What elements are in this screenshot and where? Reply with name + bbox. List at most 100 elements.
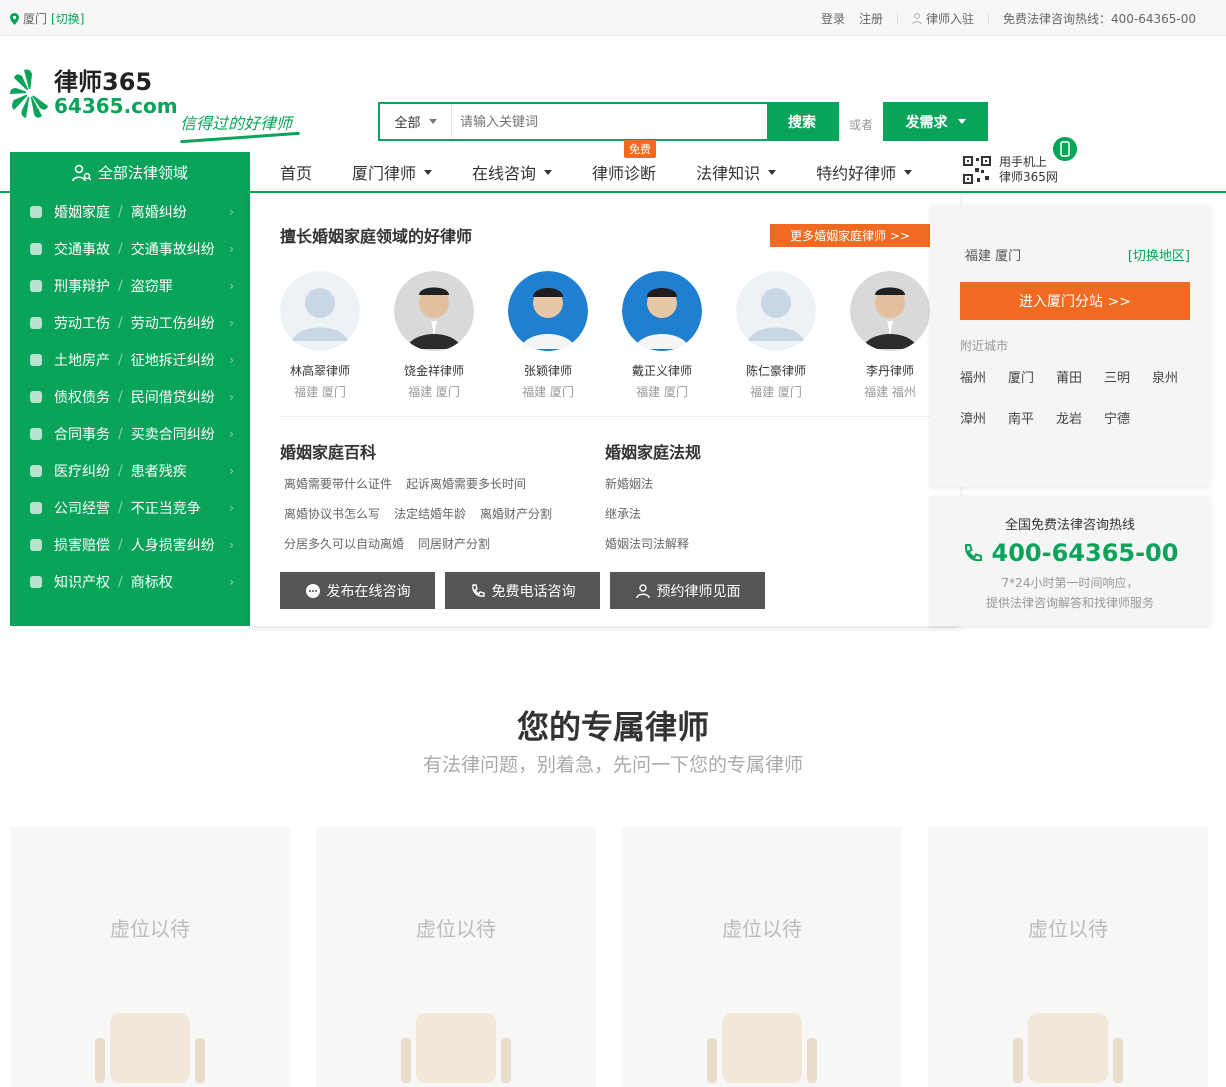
all-categories-label: 全部法律领域 <box>97 164 188 182</box>
sidebar-category-item[interactable]: 劳动工伤 / 劳动工伤纠纷 › <box>10 304 250 341</box>
enter-branch-button[interactable]: 进入厦门分站 >> <box>960 282 1190 320</box>
nav-featured-lawyers[interactable]: 特约好律师 <box>816 160 913 184</box>
nav-lawyer-diagnosis[interactable]: 律师诊断 免费 <box>592 140 657 184</box>
wiki-link[interactable]: 起诉离婚需要多长时间 <box>406 475 526 492</box>
lawyer-join-link[interactable]: 律师入驻 <box>912 10 974 27</box>
action-label: 发布在线咨询 <box>326 583 411 600</box>
avatar <box>622 271 702 351</box>
wiki-links: 离婚需要带什么证件 起诉离婚需要多长时间离婚协议书怎么写 法定结婚年龄 离婚财产分割分… <box>280 475 605 552</box>
building-icon <box>30 353 42 366</box>
sidebar-category-primary: 损害赔偿 <box>54 537 110 554</box>
lawyer-slot-card[interactable]: 虚位以待 <box>928 827 1208 1087</box>
law-link[interactable]: 继承法 <box>605 505 930 522</box>
sidebar-category-item[interactable]: 损害赔偿 / 人身损害纠纷 › <box>10 526 250 563</box>
nav-legal-knowledge[interactable]: 法律知识 <box>696 160 777 184</box>
switch-city-link[interactable]: [切换] <box>51 10 84 27</box>
online-consult-button[interactable]: 发布在线咨询 <box>280 572 435 609</box>
wallet-icon <box>30 390 42 403</box>
search-button[interactable]: 搜索 <box>767 104 837 139</box>
wiki-link[interactable]: 法定结婚年龄 <box>394 505 466 522</box>
login-link[interactable]: 登录 <box>821 10 845 27</box>
wiki-link[interactable]: 离婚需要带什么证件 <box>284 475 392 492</box>
nearby-city-link[interactable]: 福州 <box>960 367 988 386</box>
slash-separator: / <box>118 499 123 516</box>
lawyer-slot-card[interactable]: 虚位以待 <box>622 827 902 1087</box>
wiki-link[interactable]: 同居财产分割 <box>418 535 490 552</box>
chevron-right-icon: › <box>229 500 234 515</box>
wiki-link[interactable]: 离婚财产分割 <box>480 505 552 522</box>
lawyer-card[interactable]: 林高翠律师 福建 厦门 <box>280 271 360 400</box>
chevron-right-icon: › <box>229 389 234 404</box>
search-scope-select[interactable]: 全部 <box>380 104 452 139</box>
nearby-city-link[interactable]: 南平 <box>1008 408 1036 427</box>
nav-home[interactable]: 首页 <box>280 160 312 184</box>
lawyer-slot-card[interactable]: 虚位以待 <box>316 827 596 1087</box>
sidebar-category-primary: 债权债务 <box>54 389 110 406</box>
sidebar-category-item[interactable]: 债权债务 / 民间借贷纠纷 › <box>10 378 250 415</box>
current-city: 厦门 <box>23 12 48 26</box>
phone-call-icon <box>964 544 982 562</box>
sidebar-category-item[interactable]: 知识产权 / 商标权 › <box>10 563 250 600</box>
sidebar-category-item[interactable]: 医疗纠纷 / 患者残疾 › <box>10 452 250 489</box>
slash-separator: / <box>118 573 123 590</box>
sidebar-category-item[interactable]: 土地房产 / 征地拆迁纠纷 › <box>10 341 250 378</box>
nearby-city-link[interactable]: 三明 <box>1104 367 1132 386</box>
mobile-qr[interactable]: 用手机上 律师365网 <box>963 137 1077 185</box>
avatar <box>508 271 588 351</box>
nearby-city-link[interactable]: 龙岩 <box>1056 408 1084 427</box>
slogan: 信得过的好律师 <box>180 114 293 133</box>
phone-consult-button[interactable]: 免费电话咨询 <box>445 572 600 609</box>
sidebar-category-item[interactable]: 公司经营 / 不正当竞争 › <box>10 489 250 526</box>
lawyer-card[interactable]: 张颖律师 福建 厦门 <box>508 271 588 400</box>
sidebar-category-primary: 婚姻家庭 <box>54 204 110 221</box>
book-lawyer-button[interactable]: 预约律师见面 <box>610 572 765 609</box>
hotline-desc-line1: 7*24小时第一时间响应， <box>1001 576 1139 590</box>
location-pin-icon <box>10 12 19 25</box>
all-categories-button[interactable]: 全部法律领域 <box>10 152 250 193</box>
lawyer-card[interactable]: 戴正义律师 福建 厦门 <box>622 271 702 400</box>
nearby-city-link[interactable]: 泉州 <box>1152 367 1180 386</box>
lawyer-card[interactable]: 李丹律师 福建 福州 <box>850 271 930 400</box>
lawyer-name: 陈仁豪律师 <box>745 364 806 378</box>
sidebar-category-item[interactable]: 刑事辩护 / 盗窃罪 › <box>10 267 250 304</box>
wiki-link[interactable]: 分居多久可以自动离婚 <box>284 535 404 552</box>
nav-online-consult[interactable]: 在线咨询 <box>472 160 553 184</box>
sidebar-category-item[interactable]: 合同事务 / 买卖合同纠纷 › <box>10 415 250 452</box>
chevron-right-icon: › <box>229 574 234 589</box>
post-demand-button[interactable]: 发需求 <box>883 102 988 141</box>
hotline-number[interactable]: 400-64365-00 <box>930 539 1210 567</box>
switch-region-link[interactable]: [切换地区] <box>1128 245 1190 264</box>
law-link[interactable]: 婚姻法司法解释 <box>605 535 930 552</box>
chevron-right-icon: › <box>229 241 234 256</box>
mobile-text-line2: 律师365网 <box>999 170 1058 184</box>
wiki-title: 婚姻家庭百科 <box>280 443 377 462</box>
person-icon <box>30 279 42 292</box>
logo[interactable]: 律师365 64365.com <box>10 66 178 120</box>
register-link[interactable]: 注册 <box>859 10 883 27</box>
lawyer-name: 张颖律师 <box>523 364 572 378</box>
sidebar-category-item[interactable]: 交通事故 / 交通事故纠纷 › <box>10 230 250 267</box>
more-lawyers-button[interactable]: 更多婚姻家庭律师 >> <box>770 224 930 247</box>
wiki-link[interactable]: 离婚协议书怎么写 <box>284 505 380 522</box>
empty-chair-icon <box>401 1013 511 1083</box>
nearby-city-link[interactable]: 宁德 <box>1104 408 1132 427</box>
sidebar-category-secondary: 患者残疾 <box>130 463 187 480</box>
chevron-right-icon: › <box>229 352 234 367</box>
search-input[interactable] <box>452 104 767 139</box>
law-link[interactable]: 新婚姻法 <box>605 475 930 492</box>
lawyer-card[interactable]: 饶金祥律师 福建 厦门 <box>394 271 474 400</box>
sidebar-category-item[interactable]: 婚姻家庭 / 离婚纠纷 › <box>10 193 250 230</box>
user-icon <box>912 12 922 24</box>
sidebar-category-secondary: 不正当竞争 <box>130 500 201 517</box>
car-icon <box>30 242 42 255</box>
mobile-text-line1: 用手机上 <box>999 155 1048 169</box>
region-panel: 福建 厦门 [切换地区] 进入厦门分站 >> 附近城市 福州 厦门 莆田 三明 泉州 漳州… <box>930 205 1210 487</box>
nearby-city-link[interactable]: 漳州 <box>960 408 988 427</box>
nav-xiamen-lawyers[interactable]: 厦门律师 <box>352 160 433 184</box>
nearby-city-link[interactable]: 厦门 <box>1008 367 1036 386</box>
lawyer-slot-card[interactable]: 虚位以待 <box>10 827 290 1087</box>
lawyer-card[interactable]: 陈仁豪律师 福建 厦门 <box>736 271 816 400</box>
nearby-city-link[interactable]: 莆田 <box>1056 367 1084 386</box>
action-buttons: 发布在线咨询 免费电话咨询 预约律师见面 <box>280 572 930 609</box>
divider <box>896 12 898 25</box>
